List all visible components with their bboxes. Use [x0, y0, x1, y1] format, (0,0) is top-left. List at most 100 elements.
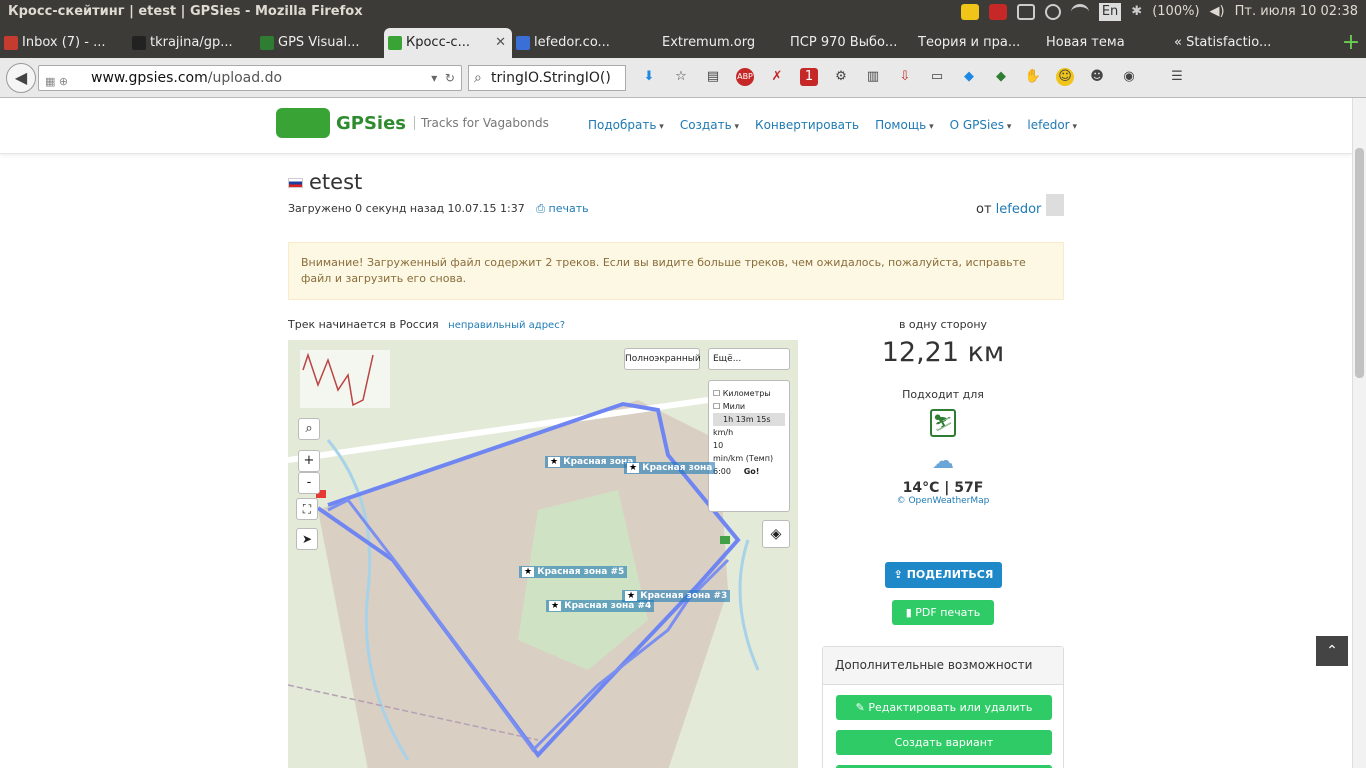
url-domain: www.gpsies.com [91, 70, 208, 86]
tab-label: Inbox (7) - ... [22, 35, 106, 50]
tab-label: GPS Visual... [278, 35, 360, 50]
tab-4[interactable]: lefedor.co... [512, 28, 640, 58]
pace-input[interactable]: 6:00 [713, 467, 731, 476]
wrong-address-link[interactable]: неправильный адрес? [448, 320, 565, 331]
chat-icon[interactable]: ☻ [1088, 68, 1106, 86]
bookmark-star-icon[interactable]: ☆ [672, 68, 690, 86]
layers-icon[interactable]: ◈ [762, 520, 790, 548]
extra-features-panel: Дополнительные возможности ✎ Редактирова… [822, 646, 1064, 768]
yandex-disk-icon[interactable] [988, 4, 1007, 20]
go-button[interactable]: Go! [744, 467, 760, 476]
menu-item-user[interactable]: lefedor [1027, 118, 1077, 132]
avatar[interactable] [1046, 194, 1064, 216]
tab-label: Теория и пра... [918, 35, 1021, 50]
addon-badge-icon[interactable]: 1 [800, 68, 818, 86]
wifi-icon[interactable] [1070, 4, 1089, 20]
locate-icon[interactable]: ➤ [296, 528, 318, 550]
clipboard-icon[interactable]: ▥ [864, 68, 882, 86]
scrollbar-thumb[interactable] [1355, 148, 1364, 378]
owner-link[interactable]: lefedor [996, 202, 1042, 217]
pace-label: min/km (Темп) [713, 454, 774, 463]
tab-9[interactable]: « Statisfactio... [1152, 28, 1280, 58]
new-tab-button[interactable]: + [1336, 28, 1366, 58]
download-icon[interactable]: ⬇ [640, 68, 658, 86]
camera-icon[interactable]: ▭ [928, 68, 946, 86]
clock[interactable]: Пт. июля 10 02:38 [1235, 0, 1358, 24]
bluetooth-icon[interactable]: ✱ [1131, 0, 1142, 24]
addon-download-icon[interactable]: ⇩ [896, 68, 914, 86]
track-title: etest [288, 170, 362, 194]
hamburger-menu-icon[interactable]: ☰ [1168, 68, 1186, 86]
tab-8[interactable]: Новая тема [1024, 28, 1152, 58]
skater-icon: ⛷ [930, 409, 956, 437]
map-search-icon[interactable]: ⌕ [298, 418, 320, 440]
zone-label-5: ★ Красная зона #5 [519, 566, 628, 578]
tab-5[interactable]: Extremum.org [640, 28, 768, 58]
color-picker-icon[interactable]: ◉ [1120, 68, 1138, 86]
start-text: Трек начинается в Россия [288, 318, 439, 331]
speed-input[interactable]: 10 [713, 439, 785, 452]
url-bar[interactable]: ▦ ⊕ www.gpsies.com/upload.do ▾ ↻ [38, 65, 462, 91]
track-map[interactable]: ⌕ + - ⛶ ➤ Полноэкранный Ещё... ☐ Километ… [288, 340, 798, 768]
tab-0[interactable]: Inbox (7) - ... [0, 28, 128, 58]
printer-icon: ⎙ [536, 202, 549, 215]
page-scrollbar[interactable] [1352, 98, 1366, 768]
fullscreen-button[interactable]: Полноэкранный [624, 348, 701, 370]
greasemonkey-icon[interactable]: ☺ [1056, 68, 1074, 86]
tab-7[interactable]: Теория и пра... [896, 28, 1024, 58]
menu-item-convert[interactable]: Конвертировать [755, 118, 859, 132]
back-button[interactable]: ◀ [6, 63, 36, 93]
more-button[interactable]: Ещё... [708, 348, 790, 370]
keyboard-layout[interactable]: En [1098, 3, 1122, 21]
brightness-icon[interactable] [1044, 4, 1061, 20]
tab-2[interactable]: GPS Visual... [256, 28, 384, 58]
notification-icon[interactable] [960, 4, 979, 20]
gesture-icon[interactable]: ✋ [1024, 68, 1042, 86]
pdf-label: PDF печать [915, 606, 981, 619]
logo-name: GPSies [336, 112, 407, 134]
close-tab-icon[interactable]: ✕ [495, 28, 506, 58]
menu-item-create[interactable]: Создать [680, 118, 739, 132]
duration-value: 1h 13m 15s [713, 413, 785, 426]
volume-icon[interactable]: ◀) [1210, 0, 1225, 24]
km-option[interactable]: ☐ Километры [713, 387, 785, 400]
flash-block-icon[interactable]: ✗ [768, 68, 786, 86]
menu-item-browse[interactable]: Подобрать [588, 118, 664, 132]
tab-3[interactable]: Кросс-с... ✕ [384, 28, 512, 58]
addon-gear-icon[interactable]: ⚙ [832, 68, 850, 86]
evernote-icon[interactable]: ◆ [992, 68, 1010, 86]
search-input[interactable]: ⌕ tringIO.StringIO() [468, 65, 626, 91]
main-menu: Подобрать Создать Конвертировать Помощь … [588, 118, 1077, 132]
share-button[interactable]: ⇪ ПОДЕЛИТЬСЯ [885, 562, 1002, 588]
site-identity-icon[interactable]: ▦ ⊕ [45, 70, 85, 88]
speed-panel: ☐ Километры ☐ Мили 1h 13m 15s km/h 10 mi… [708, 380, 790, 512]
reload-icon[interactable]: ▾ ↻ [431, 66, 455, 90]
zoom-out-button[interactable]: - [298, 472, 320, 494]
addon-blue-icon[interactable]: ◆ [960, 68, 978, 86]
upload-time: Загружено 0 секунд назад 10.07.15 1:37 [288, 202, 525, 215]
tab-6[interactable]: ПСР 970 Выбо... [768, 28, 896, 58]
window-title-bar: Кросс-скейтинг | etest | GPSies - Mozill… [0, 0, 1366, 24]
upload-meta: Загружено 0 секунд назад 10.07.15 1:37 ⎙… [288, 202, 589, 216]
battery-status[interactable]: (100%) [1152, 0, 1199, 24]
tab-1[interactable]: tkrajina/gp... [128, 28, 256, 58]
fit-bounds-icon[interactable]: ⛶ [296, 498, 318, 520]
print-link[interactable]: ⎙ печать [536, 202, 588, 215]
share-label: ПОДЕЛИТЬСЯ [906, 568, 994, 581]
tab-label: ПСР 970 Выбо... [790, 35, 896, 50]
edit-delete-button[interactable]: ✎ Редактировать или удалить [836, 695, 1052, 720]
zone-name: Красная зона #5 [537, 567, 625, 577]
workspaces-icon[interactable] [1016, 4, 1035, 20]
menu-item-about[interactable]: О GPSies [950, 118, 1012, 132]
reading-list-icon[interactable]: ▤ [704, 68, 722, 86]
create-variant-button[interactable]: Создать вариант [836, 730, 1052, 755]
menu-item-help[interactable]: Помощь [875, 118, 934, 132]
pdf-print-button[interactable]: ▮ PDF печать [892, 600, 994, 625]
weather-credit[interactable]: © OpenWeatherMap [822, 496, 1064, 506]
miles-option[interactable]: ☐ Мили [713, 400, 785, 413]
tab-favicon-icon [516, 36, 530, 50]
zoom-in-button[interactable]: + [298, 450, 320, 472]
adblock-icon[interactable]: ABP [736, 68, 754, 86]
scroll-top-button[interactable]: ⌃ [1316, 636, 1348, 666]
gpsies-logo[interactable]: GPSies Tracks for Vagabonds [276, 108, 549, 138]
